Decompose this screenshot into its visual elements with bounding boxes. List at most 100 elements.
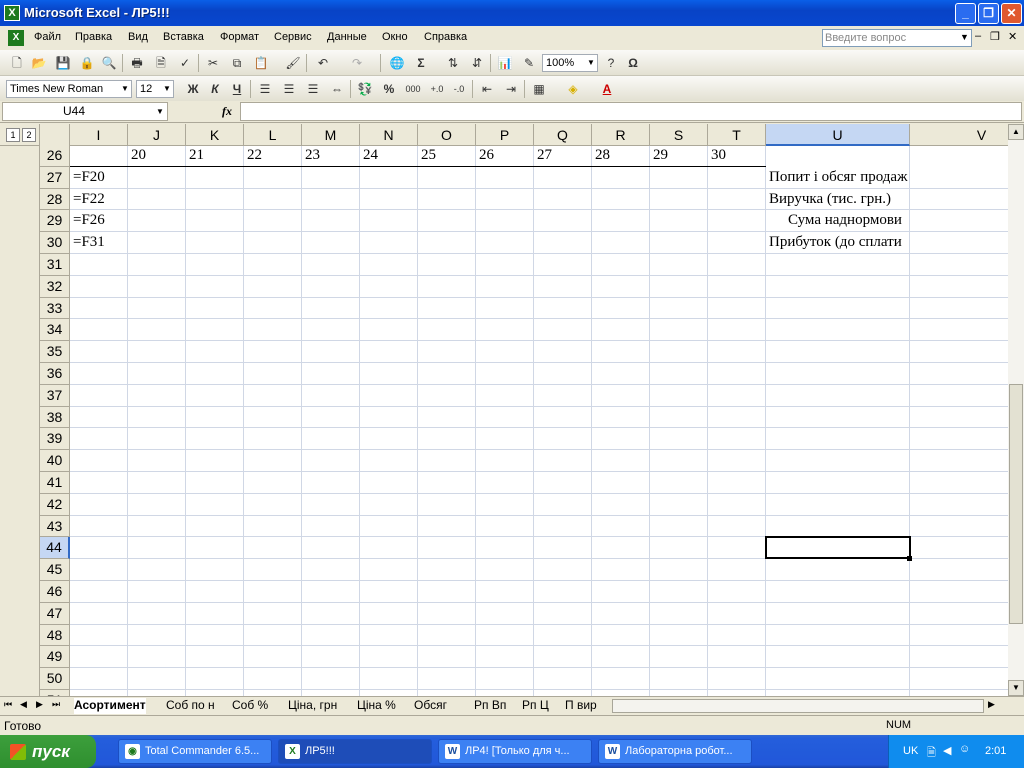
cut-icon[interactable]: ✂ <box>204 54 222 72</box>
symbol-icon[interactable]: Ω <box>624 54 642 72</box>
cell-U30[interactable]: Прибуток (до сплати <box>766 232 910 254</box>
increase-decimal-icon[interactable]: +.0 <box>428 80 446 98</box>
worksheet-grid[interactable]: 1 2 IJKLMNOPQRSTUV 26 27 28 29 30 31 32 33 34 35 3… <box>0 124 1008 696</box>
row-header-30[interactable]: 30 <box>40 232 70 254</box>
menu-format[interactable]: Формат <box>220 31 259 43</box>
menu-insert[interactable]: Вставка <box>163 31 204 43</box>
doc-minimize-icon[interactable]: – <box>975 30 981 42</box>
column-header-M[interactable]: M <box>302 124 360 146</box>
tray-icon[interactable]: 🗎 <box>927 744 936 763</box>
cell-Q26[interactable]: 27 <box>534 145 592 167</box>
sheet-tab-8[interactable]: Рп Ц <box>522 698 549 714</box>
row-header-47[interactable]: 47 <box>40 602 70 625</box>
column-header-T[interactable]: T <box>708 124 766 146</box>
prev-sheet-icon[interactable]: ◀ <box>20 699 27 710</box>
decrease-decimal-icon[interactable]: -.0 <box>450 80 468 98</box>
cell-M26[interactable]: 23 <box>302 145 360 167</box>
last-sheet-icon[interactable]: ⏭ <box>52 699 60 710</box>
language-indicator[interactable]: UK <box>903 745 918 757</box>
cell-U27[interactable]: Попит і обсяг продаж <box>766 167 910 189</box>
scroll-down-icon[interactable]: ▼ <box>1008 680 1024 696</box>
row-header-37[interactable]: 37 <box>40 384 70 407</box>
formula-input[interactable] <box>240 102 1022 121</box>
column-header-I[interactable]: I <box>70 124 128 146</box>
cell-P26[interactable]: 26 <box>476 145 534 167</box>
sheet-tab-4[interactable]: Ціна, грн <box>288 698 337 714</box>
align-center-icon[interactable]: ☰ <box>280 80 298 98</box>
start-button[interactable]: пуск <box>0 735 96 768</box>
messenger-icon[interactable]: ☺ <box>959 743 970 755</box>
spelling-icon[interactable]: ✓ <box>176 54 194 72</box>
outline-level-2-button[interactable]: 2 <box>22 128 36 142</box>
row-header-29[interactable]: 29 <box>40 210 70 233</box>
chevron-down-icon[interactable]: ▼ <box>960 32 969 42</box>
sheet-tab-3[interactable]: Соб % <box>232 698 268 714</box>
cell-K26[interactable]: 21 <box>186 145 244 167</box>
decrease-indent-icon[interactable]: ⇤ <box>478 80 496 98</box>
cell-I30[interactable]: =F31 <box>70 232 128 254</box>
sheet-tab-9[interactable]: П вир <box>565 698 597 714</box>
doc-close-icon[interactable]: ✕ <box>1008 30 1017 43</box>
hyperlink-icon[interactable]: 🌐 <box>388 54 406 72</box>
row-header-33[interactable]: 33 <box>40 297 70 320</box>
close-button[interactable]: ✕ <box>1001 3 1022 24</box>
borders-icon[interactable]: ▦ <box>530 80 548 98</box>
thousands-icon[interactable]: 000 <box>404 80 422 98</box>
column-header-U[interactable]: U <box>766 124 910 146</box>
drawing-icon[interactable]: ✎ <box>520 54 538 72</box>
increase-indent-icon[interactable]: ⇥ <box>502 80 520 98</box>
task-excel[interactable]: X ЛР5!!! <box>278 739 432 764</box>
row-header-43[interactable]: 43 <box>40 515 70 538</box>
row-header-42[interactable]: 42 <box>40 493 70 516</box>
print-icon[interactable]: 🖶 <box>128 54 146 72</box>
row-header-36[interactable]: 36 <box>40 363 70 385</box>
menu-edit[interactable]: Правка <box>75 31 112 43</box>
first-sheet-icon[interactable]: ⏮ <box>4 699 12 710</box>
scroll-up-icon[interactable]: ▲ <box>1008 124 1024 140</box>
redo-icon[interactable]: ↷ <box>348 54 366 72</box>
doc-restore-icon[interactable]: ❐ <box>990 30 1000 43</box>
vertical-scrollbar[interactable]: ▲ ▼ <box>1008 124 1024 696</box>
select-all-corner[interactable] <box>40 124 70 146</box>
column-header-O[interactable]: O <box>418 124 476 146</box>
row-header-46[interactable]: 46 <box>40 581 70 603</box>
sheet-tab-6[interactable]: Обсяг <box>414 698 447 714</box>
italic-button[interactable]: К <box>206 80 224 98</box>
column-header-K[interactable]: K <box>186 124 244 146</box>
task-word-lr4[interactable]: W ЛР4! [Только для ч... <box>438 739 592 764</box>
cell-I28[interactable]: =F22 <box>70 189 128 211</box>
open-icon[interactable]: 📂 <box>30 54 48 72</box>
cell-U28[interactable]: Виручка (тис. грн.) <box>766 189 910 211</box>
save-icon[interactable]: 💾 <box>54 54 72 72</box>
sheet-tab-7[interactable]: Рп Вп <box>474 698 506 714</box>
new-icon[interactable]: 🗋 <box>8 54 26 72</box>
paste-icon[interactable]: 📋 <box>252 54 270 72</box>
help-icon[interactable]: ? <box>602 54 620 72</box>
menu-data[interactable]: Данные <box>327 31 367 43</box>
column-header-L[interactable]: L <box>244 124 302 146</box>
horizontal-scrollbar[interactable] <box>612 699 984 713</box>
cell-L26[interactable]: 22 <box>244 145 302 167</box>
column-header-Q[interactable]: Q <box>534 124 592 146</box>
cell-R26[interactable]: 28 <box>592 145 650 167</box>
fill-color-icon[interactable]: ◈ <box>564 80 582 98</box>
chevron-down-icon[interactable]: ▼ <box>156 107 164 116</box>
name-box[interactable]: U44 <box>2 102 168 121</box>
column-header-S[interactable]: S <box>650 124 708 146</box>
row-header-44[interactable]: 44 <box>40 537 70 560</box>
undo-icon[interactable]: ↶ <box>314 54 332 72</box>
merge-center-icon[interactable]: ⇔ <box>328 80 346 98</box>
row-header-50[interactable]: 50 <box>40 668 70 690</box>
column-header-R[interactable]: R <box>592 124 650 146</box>
row-header-49[interactable]: 49 <box>40 646 70 669</box>
sheet-tab-5[interactable]: Ціна % <box>357 698 396 714</box>
underline-button[interactable]: Ч <box>228 80 246 98</box>
cell-J26[interactable]: 20 <box>128 145 186 167</box>
ask-question-input[interactable]: Введите вопрос <box>822 29 972 47</box>
outline-level-1-button[interactable]: 1 <box>6 128 20 142</box>
font-select[interactable]: Times New Roman ▼ <box>6 80 132 98</box>
workbook-icon[interactable]: X <box>8 30 24 46</box>
font-size-select[interactable]: 12 ▼ <box>136 80 174 98</box>
scroll-thumb[interactable] <box>1009 384 1023 624</box>
cell-U29[interactable]: Сума наднормови <box>766 210 910 232</box>
